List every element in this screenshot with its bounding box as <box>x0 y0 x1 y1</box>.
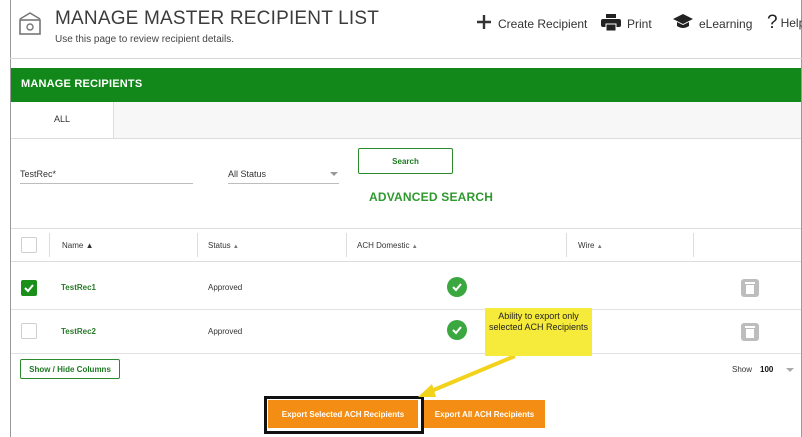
callout-arrow <box>418 354 516 397</box>
annotation-callout: Ability to export only selected ACH Reci… <box>485 308 592 356</box>
